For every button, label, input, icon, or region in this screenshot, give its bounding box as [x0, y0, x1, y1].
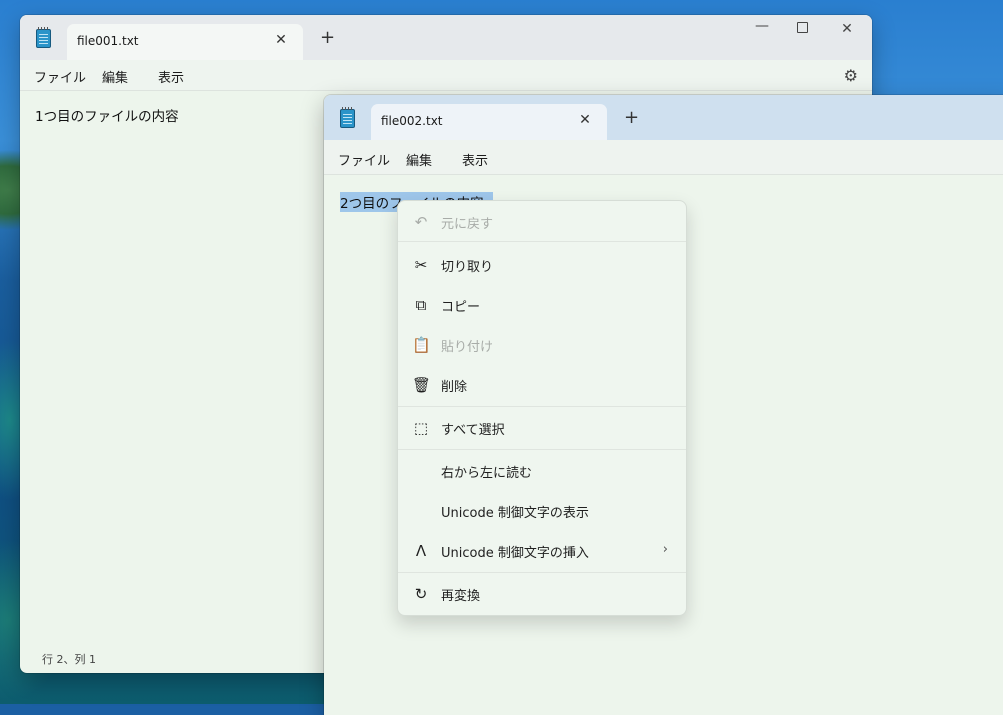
menu-edit[interactable]: 編集 — [102, 67, 128, 86]
menu-item-label: 切り取り — [441, 260, 494, 275]
menu-item-label: 元に戻す — [441, 217, 494, 232]
close-window-button[interactable]: ✕ — [827, 21, 867, 37]
menu-item-undo[interactable]: ↶ 元に戻す — [398, 203, 686, 239]
close-tab-icon[interactable]: ✕ — [273, 32, 289, 48]
menu-separator — [398, 572, 686, 573]
menu-item-rtl[interactable]: 右から左に読む — [398, 452, 686, 488]
menu-separator — [398, 406, 686, 407]
title-bar[interactable]: file001.txt ✕ + — ✕ — [20, 15, 872, 60]
menu-item-label: コピー — [441, 300, 481, 315]
context-menu: ↶ 元に戻す ✂ 切り取り ⧉ コピー 📋 貼り付け 🗑 削除 ⬚ すべて選択 … — [397, 200, 687, 616]
paste-icon: 📋 — [412, 336, 431, 354]
undo-icon: ↶ — [414, 213, 428, 231]
notepad-icon — [36, 27, 51, 48]
tab-file002[interactable]: file002.txt ✕ — [371, 104, 607, 140]
reconvert-icon: ↻ — [414, 585, 428, 603]
scissors-icon: ✂ — [414, 256, 428, 274]
menu-bar: ファイル 編集 表示 — [324, 140, 1003, 175]
tab-title: file002.txt — [381, 114, 443, 128]
menu-item-label: すべて選択 — [441, 423, 505, 438]
status-line-column: 行 2、列 1 — [42, 653, 96, 666]
maximize-button[interactable] — [782, 21, 822, 37]
minimize-button[interactable]: — — [742, 18, 782, 34]
trash-icon: 🗑 — [412, 376, 432, 394]
tab-title: file001.txt — [77, 34, 139, 48]
menu-file[interactable]: ファイル — [34, 67, 86, 86]
menu-item-cut[interactable]: ✂ 切り取り — [398, 246, 686, 282]
add-tab-button[interactable]: + — [320, 29, 335, 47]
menu-item-label: 削除 — [441, 380, 468, 395]
menu-separator — [398, 449, 686, 450]
menu-file[interactable]: ファイル — [338, 150, 390, 169]
add-tab-button[interactable]: + — [624, 109, 639, 127]
title-bar[interactable]: file002.txt ✕ + — [324, 95, 1003, 140]
notepad-icon — [340, 107, 355, 128]
menu-item-label: Unicode 制御文字の挿入 — [441, 546, 589, 561]
menu-view[interactable]: 表示 — [158, 67, 184, 86]
maximize-icon — [796, 22, 808, 33]
editor-content[interactable]: 1つ目のファイルの内容 — [35, 105, 179, 125]
menu-item-copy[interactable]: ⧉ コピー — [398, 286, 686, 322]
menu-separator — [398, 241, 686, 242]
select-all-icon: ⬚ — [413, 419, 429, 437]
menu-view[interactable]: 表示 — [462, 150, 488, 169]
menu-item-paste[interactable]: 📋 貼り付け — [398, 326, 686, 362]
menu-item-insert-unicode[interactable]: Λ Unicode 制御文字の挿入 › — [398, 532, 686, 568]
menu-item-show-unicode[interactable]: Unicode 制御文字の表示 — [398, 492, 686, 528]
menu-edit[interactable]: 編集 — [406, 150, 432, 169]
tab-file001[interactable]: file001.txt ✕ — [67, 24, 303, 60]
copy-icon: ⧉ — [415, 296, 427, 314]
menu-item-select-all[interactable]: ⬚ すべて選択 — [398, 409, 686, 445]
close-tab-icon[interactable]: ✕ — [577, 112, 593, 128]
insert-caret-icon: Λ — [415, 542, 427, 560]
menu-item-label: 貼り付け — [441, 340, 494, 355]
chevron-right-icon: › — [662, 542, 668, 557]
menu-item-delete[interactable]: 🗑 削除 — [398, 366, 686, 402]
menu-item-label: 再変換 — [441, 589, 481, 604]
menu-item-reconvert[interactable]: ↻ 再変換 — [398, 575, 686, 611]
menu-item-label: Unicode 制御文字の表示 — [441, 506, 589, 521]
menu-bar: ファイル 編集 表示 ⚙ — [20, 60, 872, 91]
menu-item-label: 右から左に読む — [441, 466, 533, 481]
gear-icon[interactable]: ⚙ — [844, 66, 858, 85]
